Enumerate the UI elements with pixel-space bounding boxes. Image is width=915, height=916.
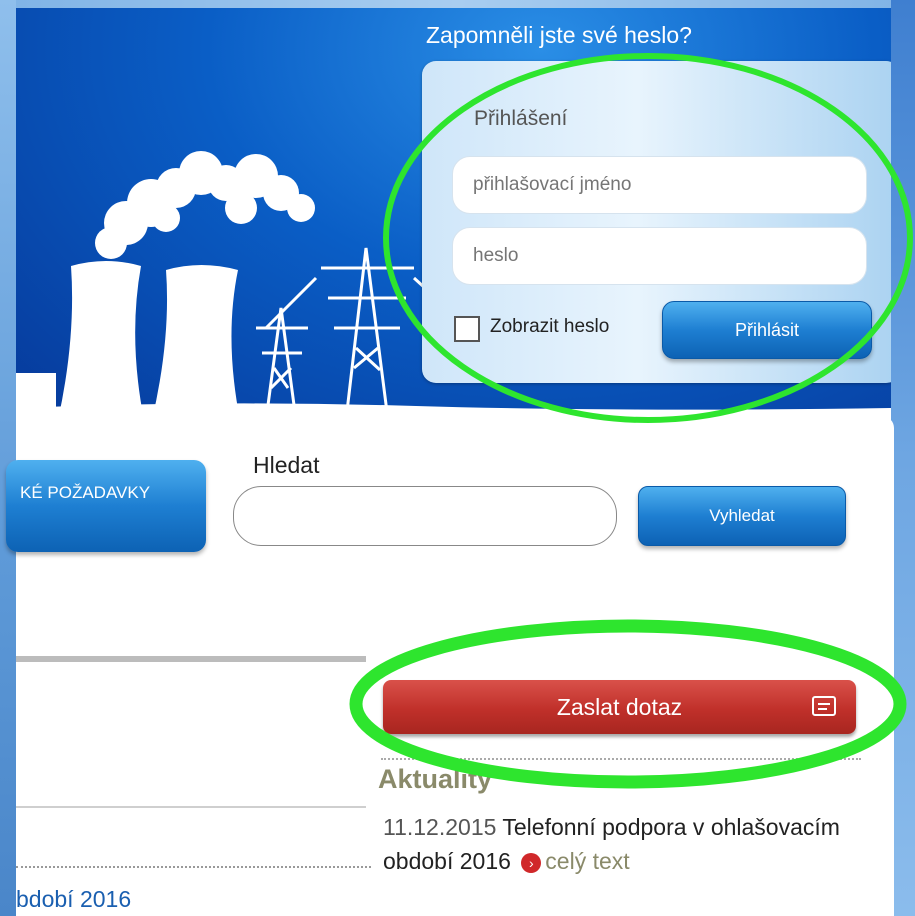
search-button[interactable]: Vyhledat [638, 486, 846, 546]
divider [16, 656, 366, 662]
divider [16, 806, 366, 808]
site-header: Zapomněli jste své heslo? Přihlášení Zob… [16, 8, 891, 420]
news-more-link[interactable]: celý text [545, 848, 629, 874]
show-password-label: Zobrazit heslo [490, 316, 610, 337]
message-icon [812, 696, 836, 716]
login-button[interactable]: Přihlásit [662, 301, 872, 359]
arrow-right-icon[interactable]: › [521, 852, 542, 873]
main-content: KÉ POŽADAVKY Hledat Vyhledat Zaslat dota… [6, 416, 894, 916]
frame-left [0, 0, 16, 916]
forgot-password-link[interactable]: Zapomněli jste své heslo? [426, 22, 692, 49]
frame-top [0, 0, 915, 8]
send-question-label: Zaslat dotaz [556, 694, 683, 720]
news-item: 11.12.2015 Telefonní podpora v ohlašovac… [383, 810, 863, 878]
frame-right [891, 0, 915, 916]
special-requests-button[interactable]: KÉ POŽADAVKY [6, 460, 206, 552]
divider [16, 866, 371, 868]
search-input[interactable] [233, 486, 617, 546]
news-link-left[interactable]: bdobí 2016 [16, 886, 131, 913]
divider [381, 758, 861, 760]
search-label: Hledat [253, 452, 320, 478]
news-date: 11.12.2015 [383, 814, 497, 840]
password-input[interactable] [452, 227, 867, 285]
username-input[interactable] [452, 156, 867, 214]
send-question-button[interactable]: Zaslat dotaz [383, 680, 856, 734]
login-panel: Přihlášení Zobrazit heslo Přihlásit [422, 61, 891, 383]
show-password-checkbox[interactable] [454, 316, 480, 342]
login-title: Přihlášení [474, 107, 568, 130]
news-heading: Aktuality [378, 764, 493, 794]
